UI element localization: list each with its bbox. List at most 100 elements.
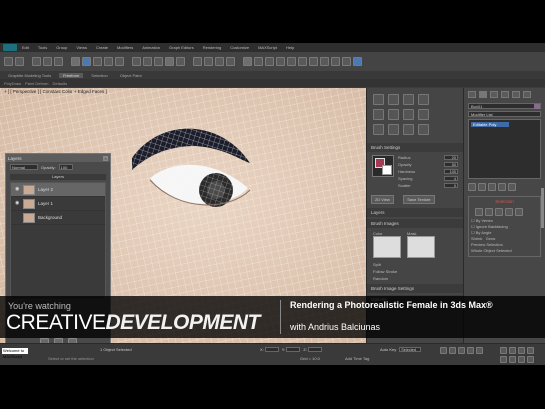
close-icon[interactable]: × [103, 155, 108, 161]
move-icon[interactable] [132, 57, 141, 66]
go-to-start-icon[interactable] [440, 347, 447, 354]
brush-images-title[interactable]: Brush Images [367, 219, 463, 228]
opacity-field[interactable]: 100 [58, 164, 73, 170]
menu-views[interactable]: Views [76, 45, 87, 50]
coord-y[interactable]: Y: [282, 347, 301, 353]
menu-graph-editors[interactable]: Graph Editors [169, 45, 194, 50]
select-by-name-icon[interactable] [93, 57, 102, 66]
stack-item-editable-poly[interactable]: Editable Poly [471, 122, 509, 127]
eye-icon[interactable] [15, 215, 20, 220]
menu-animation[interactable]: Animation [142, 45, 160, 50]
orbit-icon[interactable] [518, 356, 525, 363]
coord-x[interactable]: X: [260, 347, 279, 353]
brush-image-settings-title[interactable]: Brush Image Settings [367, 284, 463, 293]
reference-coord-icon[interactable] [165, 57, 174, 66]
zoom-icon[interactable] [500, 347, 507, 354]
layer-item-background[interactable]: Background [11, 211, 105, 225]
layer-item-layer-1[interactable]: ◉ Layer 1 [11, 197, 105, 211]
select-object-icon[interactable] [82, 57, 91, 66]
hardness-field[interactable]: 100 [444, 169, 458, 174]
color-swatches[interactable] [372, 155, 394, 177]
modifier-list-dropdown[interactable]: Modifier List [468, 111, 541, 117]
burn-icon[interactable] [388, 124, 399, 135]
bind-icon[interactable] [54, 57, 63, 66]
maxscript-listener[interactable]: Welcome to MAXScript [2, 348, 28, 359]
render-setup-icon[interactable] [331, 57, 340, 66]
maximize-viewport-icon[interactable] [527, 356, 534, 363]
menu-modifiers[interactable]: Modifiers [117, 45, 133, 50]
delete-layer-icon[interactable] [67, 337, 77, 343]
scatter-field[interactable]: 0 [444, 183, 458, 188]
blur-icon[interactable] [388, 109, 399, 120]
redo-icon[interactable] [15, 57, 24, 66]
go-to-end-icon[interactable] [476, 347, 483, 354]
menu-tools[interactable]: Tools [38, 45, 47, 50]
spacing-field[interactable]: 4 [444, 176, 458, 181]
brush-option-split[interactable]: Split [367, 261, 463, 268]
clone-icon[interactable] [403, 94, 414, 105]
eye-icon[interactable]: ◉ [15, 201, 20, 206]
menu-rendering[interactable]: Rendering [203, 45, 221, 50]
radius-field[interactable]: 20 [444, 155, 458, 160]
angle-snap-icon[interactable] [204, 57, 213, 66]
modify-tab-icon[interactable] [479, 91, 487, 98]
show-end-result-icon[interactable] [478, 183, 486, 191]
create-tab-icon[interactable] [468, 91, 476, 98]
layers-dialog-titlebar[interactable]: Layers × [6, 154, 110, 162]
pivot-icon[interactable] [176, 57, 185, 66]
sharpen-icon[interactable] [403, 109, 414, 120]
2d-view-button[interactable]: 2D View [371, 195, 394, 204]
border-icon[interactable] [495, 208, 503, 216]
brush-color-image[interactable] [373, 236, 401, 258]
brush-option-random[interactable]: Random [367, 275, 463, 282]
menu-help[interactable]: Help [286, 45, 294, 50]
align-icon[interactable] [265, 57, 274, 66]
paint-brush-icon[interactable] [373, 94, 384, 105]
key-filter-select[interactable]: Selected [399, 347, 422, 352]
spinner-snap-icon[interactable] [226, 57, 235, 66]
selection-rollout-title[interactable]: Selection [471, 199, 538, 204]
coord-z[interactable]: Z: [303, 347, 322, 353]
polygon-icon[interactable] [505, 208, 513, 216]
next-frame-icon[interactable] [467, 347, 474, 354]
layers-section-title[interactable]: Layers [367, 208, 463, 217]
layer-manager-icon[interactable] [276, 57, 285, 66]
zoom-extents-all-icon[interactable] [527, 347, 534, 354]
material-editor-icon[interactable] [320, 57, 329, 66]
subtab-polydraw[interactable]: PolyDraw [4, 81, 21, 86]
shrink-button[interactable]: Shrink [471, 236, 482, 241]
eraser-icon[interactable] [388, 94, 399, 105]
tab-graphite-modeling[interactable]: Graphite Modeling Tools [4, 73, 55, 78]
layer-item-layer-2[interactable]: ◉ Layer 2 [11, 183, 105, 197]
zoom-extents-icon[interactable] [518, 347, 525, 354]
brush-mask-image[interactable] [407, 236, 435, 258]
brush-settings-title[interactable]: Brush Settings [367, 143, 463, 152]
play-icon[interactable] [458, 347, 465, 354]
pan-icon[interactable] [509, 356, 516, 363]
command-panel-scrollbar[interactable] [541, 188, 544, 228]
gradient-icon[interactable] [373, 109, 384, 120]
named-selection-icon[interactable] [243, 57, 252, 66]
brush-option-follow-stroke[interactable]: Follow Stroke [367, 268, 463, 275]
subtab-paint-deform[interactable]: Paint Deform [25, 81, 48, 86]
utilities-tab-icon[interactable] [523, 91, 531, 98]
zoom-all-icon[interactable] [509, 347, 516, 354]
previous-frame-icon[interactable] [449, 347, 456, 354]
add-time-tag-button[interactable]: Add Time Tag [345, 356, 369, 361]
percent-snap-icon[interactable] [215, 57, 224, 66]
render-frame-icon[interactable] [342, 57, 351, 66]
fill-icon[interactable] [418, 94, 429, 105]
display-tab-icon[interactable] [512, 91, 520, 98]
rectangle-select-icon[interactable] [104, 57, 113, 66]
eye-icon[interactable]: ◉ [15, 187, 20, 192]
contrast-icon[interactable] [418, 109, 429, 120]
app-logo-icon[interactable] [3, 44, 17, 51]
dodge-icon[interactable] [373, 124, 384, 135]
schematic-icon[interactable] [309, 57, 318, 66]
grow-button[interactable]: Grow [486, 236, 496, 241]
scale-icon[interactable] [154, 57, 163, 66]
element-icon[interactable] [515, 208, 523, 216]
field-of-view-icon[interactable] [500, 356, 507, 363]
hierarchy-tab-icon[interactable] [490, 91, 498, 98]
rotate-icon[interactable] [143, 57, 152, 66]
